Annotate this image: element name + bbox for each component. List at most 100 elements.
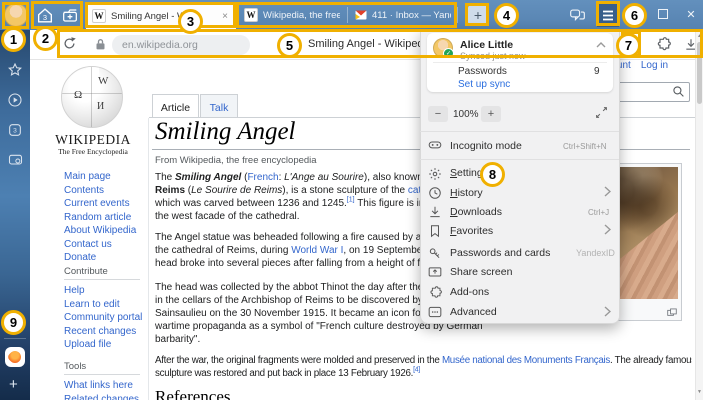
menu-item-favorites[interactable]: Favorites — [450, 225, 493, 237]
callout-9: 9 — [1, 310, 26, 335]
highlight-box-address-bar — [57, 29, 703, 58]
tab-talk[interactable]: Talk — [200, 94, 238, 118]
wikipedia-wordmark[interactable]: WIKIPEDIA — [40, 132, 146, 148]
callout-7: 7 — [616, 33, 641, 58]
yandex-browser-button[interactable] — [5, 347, 25, 367]
advanced-icon — [428, 306, 442, 318]
contribute-heading: Contribute — [64, 266, 108, 277]
text-segment: . The already famous — [610, 355, 692, 366]
settings-icon — [428, 167, 442, 181]
fullscreen-button[interactable] — [595, 106, 608, 119]
text-segment: L'Ange au Sourire — [284, 172, 364, 183]
key-icon — [428, 246, 442, 260]
passwords-row[interactable]: Passwords — [458, 66, 507, 77]
window-close-button[interactable]: ✕ — [679, 0, 703, 28]
add-ons-icon — [428, 285, 442, 299]
wikipedia-globe-logo[interactable]: Ω W И — [61, 66, 123, 128]
sidebar-link[interactable]: Learn to edit — [64, 298, 142, 312]
sidebar-link[interactable]: Contents — [64, 184, 136, 198]
maximize-icon — [658, 9, 668, 19]
sidebar-link[interactable]: Donate — [64, 251, 136, 265]
wiki-nav-tools: What links hereRelated changesSpecial pa… — [64, 379, 139, 400]
inline-link[interactable]: French — [247, 172, 278, 183]
sidebar-add-button[interactable]: + — [9, 376, 18, 393]
tab-article[interactable]: Article — [152, 94, 199, 118]
callout-1: 1 — [1, 27, 26, 52]
tab-counter-sidebar-button[interactable]: 3 — [7, 122, 23, 138]
highlight-box-new-tab — [465, 3, 489, 26]
search-icon — [672, 85, 685, 98]
globe-glyph: Ω — [74, 89, 82, 101]
sidebar-link[interactable]: Related changes — [64, 393, 139, 400]
chats-button[interactable] — [567, 6, 587, 24]
share-screen-icon — [428, 266, 442, 279]
chat-bubbles-icon — [569, 8, 586, 23]
divider — [420, 131, 619, 132]
zoom-in-button[interactable]: + — [481, 106, 501, 122]
yandex-browser-icon — [7, 349, 24, 366]
inline-link[interactable]: Musée national des Monuments Français — [442, 355, 610, 366]
inline-link[interactable]: World War I — [291, 245, 343, 256]
fullscreen-icon — [595, 106, 608, 119]
favorites-icon — [428, 224, 442, 238]
divider — [148, 118, 149, 400]
text-segment: the west facade of the cathedral. — [155, 211, 300, 222]
sidebar-link[interactable]: Help — [64, 284, 142, 298]
screencast-sidebar-button[interactable] — [7, 152, 23, 168]
divider — [457, 7, 458, 23]
incognito-shortcut: Ctrl+Shift+N — [563, 142, 607, 151]
reference-link[interactable]: [1] — [347, 197, 355, 204]
sidebar-link[interactable]: Recent changes — [64, 325, 142, 339]
star-icon — [7, 62, 23, 78]
sidebar-link[interactable]: About Wikipedia — [64, 224, 136, 238]
sidebar-link[interactable]: What links here — [64, 379, 139, 393]
close-icon: ✕ — [686, 8, 695, 21]
sidebar-link[interactable]: Community portal — [64, 311, 142, 325]
divider — [433, 62, 607, 63]
sidebar-link[interactable]: Random article — [64, 211, 136, 225]
setup-sync-link[interactable]: Set up sync — [458, 79, 510, 90]
highlight-box-tabs — [236, 2, 457, 28]
callout-4: 4 — [494, 3, 519, 28]
wiki-nav-main: Main pageContentsCurrent eventsRandom ar… — [64, 170, 136, 265]
search-button[interactable] — [672, 85, 685, 98]
menu-item-history[interactable]: History — [450, 187, 483, 199]
menu-item-advanced[interactable]: Advanced — [450, 306, 497, 318]
divider — [4, 338, 26, 339]
sidebar-link[interactable]: Main page — [64, 170, 136, 184]
divider — [64, 374, 140, 375]
log-in-link[interactable]: Log in — [641, 60, 668, 71]
text-segment: sculpture was restored and put back in p… — [155, 368, 413, 379]
menu-item-add-ons[interactable]: Add-ons — [450, 286, 489, 298]
divider — [420, 159, 619, 160]
text-segment: Smiling Angel — [175, 172, 241, 183]
menu-item-incognito[interactable]: Incognito mode — [450, 140, 522, 152]
scroll-down-arrow[interactable]: ▼ — [696, 389, 703, 395]
text-segment: ), is a stone sculpture of the — [282, 185, 408, 196]
divider — [64, 279, 140, 280]
downloads-menu-icon — [428, 205, 442, 219]
zoom-out-button[interactable]: − — [428, 106, 448, 122]
menu-item-passwords-cards[interactable]: Passwords and cards — [450, 247, 550, 259]
tab-label: Talk — [210, 102, 229, 114]
favorites-sidebar-button[interactable] — [7, 62, 23, 78]
sidebar-link[interactable]: Upload file — [64, 338, 142, 352]
media-sidebar-button[interactable] — [7, 92, 23, 108]
screen-camera-icon — [7, 152, 24, 168]
callout-3: 3 — [178, 9, 203, 34]
menu-item-downloads[interactable]: Downloads — [450, 206, 502, 218]
reference-link[interactable]: [4] — [413, 367, 420, 374]
text-segment: barbarity". — [155, 334, 200, 345]
sidebar-link[interactable]: Current events — [64, 197, 136, 211]
passwords-count: 9 — [594, 66, 600, 77]
browser-sidebar: 3 + — [0, 30, 30, 400]
enlarge-image-button[interactable] — [667, 308, 677, 317]
highlight-box-active-tab — [85, 2, 236, 28]
window-maximize-button[interactable] — [651, 0, 675, 28]
paragraph: After the war, the original fragments we… — [155, 354, 692, 380]
highlight-box-avatar — [2, 2, 29, 29]
play-icon — [7, 92, 23, 108]
menu-item-share-screen[interactable]: Share screen — [450, 266, 512, 278]
sidebar-link[interactable]: Contact us — [64, 238, 136, 252]
text-segment: Le Sourire de Reims — [191, 185, 282, 196]
